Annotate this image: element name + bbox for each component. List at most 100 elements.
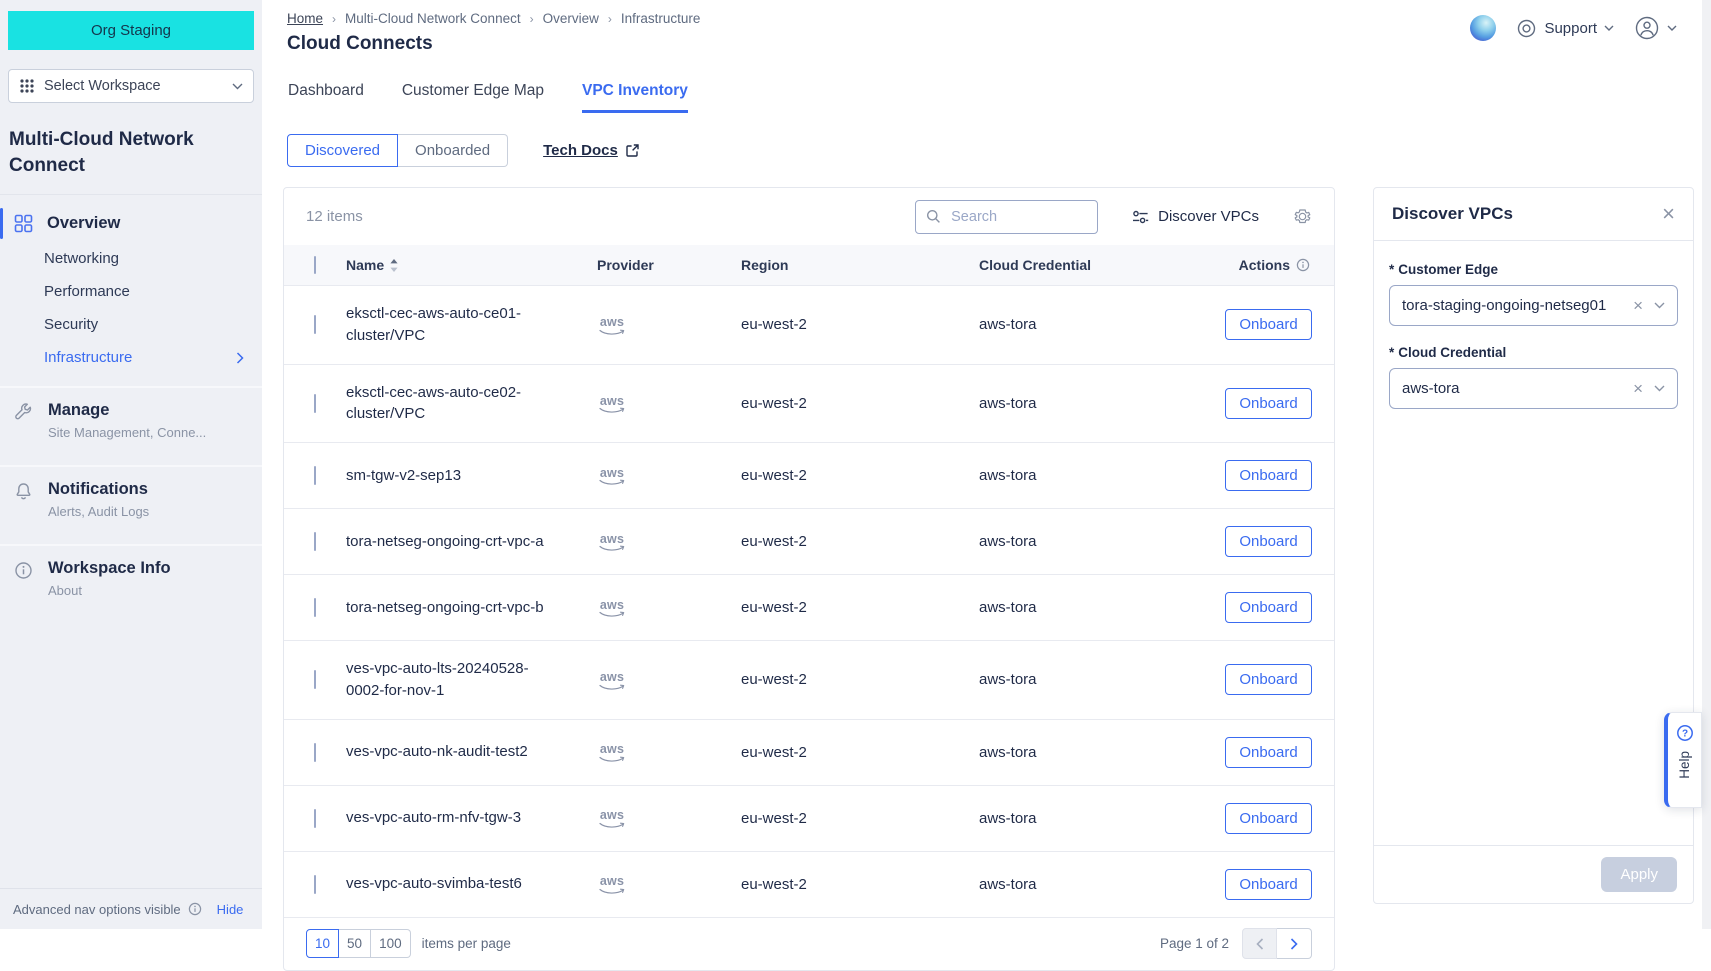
org-banner[interactable]: Org Staging — [8, 11, 254, 50]
page-size-50[interactable]: 50 — [339, 929, 371, 958]
onboard-button[interactable]: Onboard — [1225, 664, 1312, 695]
table-header-row: Name Provider Region Cloud Credential Ac… — [284, 245, 1334, 286]
row-checkbox[interactable] — [314, 743, 316, 762]
breadcrumb-item[interactable]: Multi-Cloud Network Connect — [345, 11, 521, 26]
table-row: tora-netseg-ongoing-crt-vpc-b aws eu-wes… — [284, 575, 1334, 641]
aws-provider-icon: aws — [597, 809, 627, 830]
onboard-button[interactable]: Onboard — [1225, 592, 1312, 623]
select-all-checkbox[interactable] — [314, 256, 316, 274]
sidebar-item-workspace-info[interactable]: Workspace Info About — [0, 544, 262, 611]
row-checkbox[interactable] — [314, 532, 316, 551]
sort-icon[interactable] — [390, 259, 398, 272]
sidebar-item-performance[interactable]: Performance — [0, 275, 262, 308]
customer-edge-select[interactable]: tora-staging-ongoing-netseg01 × — [1389, 285, 1678, 326]
sidebar-item-security[interactable]: Security — [0, 308, 262, 341]
customer-edge-label: *Customer Edge — [1389, 262, 1678, 277]
row-checkbox[interactable] — [314, 315, 316, 334]
aws-provider-icon: aws — [597, 467, 627, 488]
tab-vpc-inventory[interactable]: VPC Inventory — [582, 82, 688, 113]
vpc-region: eu-west-2 — [741, 286, 979, 365]
help-tab[interactable]: ? Help — [1664, 712, 1702, 808]
sidebar-title: Multi-Cloud Network Connect — [9, 127, 253, 178]
vpc-credential: aws-tora — [979, 443, 1225, 509]
required-marker: * — [1389, 262, 1394, 277]
chevron-down-icon[interactable] — [1654, 302, 1665, 309]
onboard-button[interactable]: Onboard — [1225, 737, 1312, 768]
breadcrumb-home-link[interactable]: Home — [287, 11, 323, 26]
cloud-credential-select[interactable]: aws-tora × — [1389, 368, 1678, 409]
row-checkbox[interactable] — [314, 598, 316, 617]
sidebar-item-notifications[interactable]: Notifications Alerts, Audit Logs — [0, 465, 262, 532]
column-header-name[interactable]: Name — [346, 257, 384, 273]
tech-docs-link[interactable]: Tech Docs — [543, 142, 640, 159]
vpc-name: tora-netseg-ongoing-crt-vpc-b — [346, 597, 558, 619]
close-icon[interactable]: × — [1662, 203, 1675, 225]
vpc-region: eu-west-2 — [741, 719, 979, 785]
clear-icon[interactable]: × — [1633, 380, 1643, 397]
breadcrumb-item[interactable]: Overview — [543, 11, 599, 26]
vpc-name: eksctl-cec-aws-auto-ce01-cluster/VPC — [346, 303, 558, 347]
onboard-button[interactable]: Onboard — [1225, 803, 1312, 834]
page-scrollbar[interactable] — [1702, 0, 1711, 929]
cloud-credential-label: *Cloud Credential — [1389, 345, 1678, 360]
vpc-name: tora-netseg-ongoing-crt-vpc-a — [346, 531, 558, 553]
segment-discovered[interactable]: Discovered — [287, 134, 398, 167]
onboard-button[interactable]: Onboard — [1225, 526, 1312, 557]
discover-vpcs-button[interactable]: Discover VPCs — [1126, 207, 1265, 226]
sidebar-item-label: Workspace Info — [48, 559, 171, 578]
cloud-credential-value: aws-tora — [1402, 380, 1460, 397]
page-size-100[interactable]: 100 — [371, 929, 411, 958]
column-header-credential: Cloud Credential — [979, 257, 1091, 273]
row-checkbox[interactable] — [314, 394, 316, 413]
row-checkbox[interactable] — [314, 875, 316, 894]
row-checkbox[interactable] — [314, 809, 316, 828]
support-menu[interactable]: Support — [1516, 18, 1614, 39]
search-input[interactable] — [949, 208, 1087, 226]
onboard-button[interactable]: Onboard — [1225, 460, 1312, 491]
tab-customer-edge-map[interactable]: Customer Edge Map — [402, 82, 544, 113]
sidebar-item-infrastructure[interactable]: Infrastructure — [0, 341, 262, 374]
onboard-button[interactable]: Onboard — [1225, 388, 1312, 419]
user-avatar-icon — [1634, 15, 1660, 41]
tab-dashboard[interactable]: Dashboard — [288, 82, 364, 113]
workspace-selector[interactable]: Select Workspace — [8, 69, 254, 103]
content-area: 12 items Discover VPCs — [262, 167, 1711, 971]
bell-icon — [14, 480, 34, 519]
vpc-table: Name Provider Region Cloud Credential Ac… — [284, 245, 1334, 917]
breadcrumb-separator: › — [530, 12, 534, 26]
sidebar-item-overview[interactable]: Overview — [0, 205, 262, 242]
table-row: eksctl-cec-aws-auto-ce01-cluster/VPC aws… — [284, 286, 1334, 365]
clear-icon[interactable]: × — [1633, 297, 1643, 314]
onboard-button[interactable]: Onboard — [1225, 869, 1312, 900]
apply-button[interactable]: Apply — [1601, 857, 1677, 892]
page-size-10[interactable]: 10 — [306, 929, 339, 958]
vpc-credential: aws-tora — [979, 851, 1225, 917]
onboard-button[interactable]: Onboard — [1225, 309, 1312, 340]
segment-onboarded[interactable]: Onboarded — [398, 134, 508, 167]
table-row: sm-tgw-v2-sep13 aws eu-west-2 aws-tora O… — [284, 443, 1334, 509]
hide-advanced-nav-link[interactable]: Hide — [217, 902, 244, 917]
header-actions: Support — [1470, 15, 1677, 41]
chevron-down-icon[interactable] — [1654, 385, 1665, 392]
page-indicator: Page 1 of 2 — [1160, 936, 1229, 951]
vpc-table-body: eksctl-cec-aws-auto-ce01-cluster/VPC aws… — [284, 286, 1334, 917]
account-menu[interactable] — [1634, 15, 1677, 41]
gear-icon[interactable] — [1293, 207, 1312, 226]
vpc-name: ves-vpc-auto-svimba-test6 — [346, 873, 558, 895]
aws-provider-icon: aws — [597, 671, 627, 692]
row-checkbox[interactable] — [314, 670, 316, 689]
vpc-region: eu-west-2 — [741, 785, 979, 851]
table-row: eksctl-cec-aws-auto-ce02-cluster/VPC aws… — [284, 364, 1334, 443]
sidebar-item-label: Security — [44, 316, 98, 333]
help-tab-label: Help — [1677, 751, 1692, 779]
sidebar: Org Staging Select Workspace Multi-Cloud… — [0, 0, 262, 929]
breadcrumb-separator: › — [608, 12, 612, 26]
wrench-icon — [14, 401, 34, 440]
previous-page-button[interactable] — [1242, 928, 1277, 959]
sidebar-item-networking[interactable]: Networking — [0, 242, 262, 275]
row-checkbox[interactable] — [314, 466, 316, 485]
next-page-button[interactable] — [1277, 928, 1312, 959]
sidebar-item-manage[interactable]: Manage Site Management, Conne... — [0, 386, 262, 453]
ai-assistant-icon[interactable] — [1470, 15, 1496, 41]
org-banner-label: Org Staging — [91, 22, 171, 39]
